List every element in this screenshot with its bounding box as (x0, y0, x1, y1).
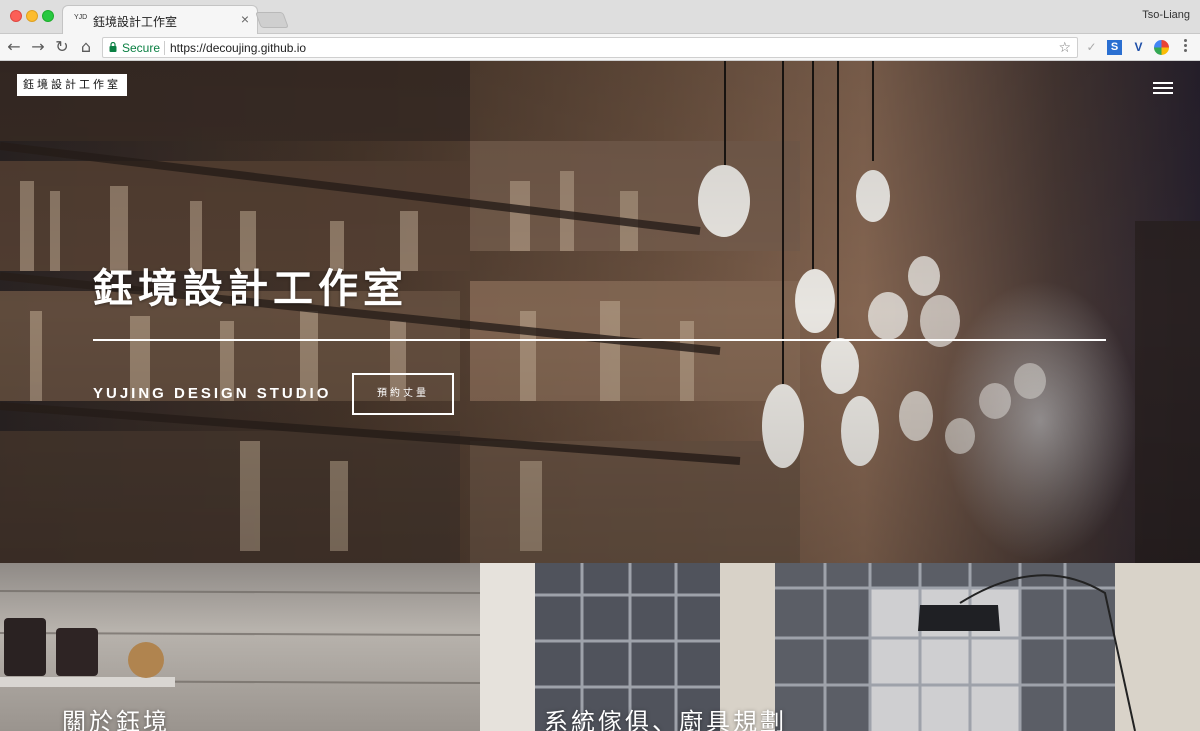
hamburger-menu-icon[interactable] (1153, 82, 1175, 94)
minimize-window-button[interactable] (26, 10, 38, 22)
url-text[interactable]: https://decoujing.github.io (170, 41, 306, 55)
browser-tab-active[interactable]: YJD 鈺境設計工作室 × (62, 5, 258, 34)
hero-divider (93, 339, 1106, 341)
browser-menu-icon[interactable] (1184, 39, 1188, 55)
address-bar[interactable]: Secure https://decoujing.github.io ☆ (102, 37, 1078, 58)
panel-title-about: 關於鈺境 (62, 708, 170, 731)
tab-close-icon[interactable]: × (241, 11, 249, 27)
v-extension-icon[interactable]: V (1131, 40, 1146, 55)
bookmark-star-icon[interactable]: ☆ (1058, 39, 1071, 56)
reload-icon[interactable]: ↻ (52, 37, 72, 57)
new-tab-button[interactable] (255, 12, 289, 28)
site-logo[interactable]: 鈺境設計工作室 (17, 74, 127, 96)
book-measurement-button[interactable]: 預約丈量 (352, 373, 454, 415)
check-icon[interactable]: ✓ (1084, 40, 1099, 55)
color-wheel-icon[interactable] (1154, 40, 1169, 55)
lock-icon (109, 42, 117, 52)
panel-title-furniture: 系統傢俱、廚具規劃 (544, 708, 787, 731)
maximize-window-button[interactable] (42, 10, 54, 22)
hero-title: 鈺境設計工作室 (93, 265, 408, 312)
omnibox-divider (164, 41, 165, 55)
forward-arrow-icon[interactable]: → (28, 37, 48, 57)
close-window-button[interactable] (10, 10, 22, 22)
about-panel[interactable]: 關於鈺境 (0, 563, 480, 731)
home-icon[interactable]: ⌂ (76, 37, 96, 57)
browser-toolbar: ← → ↻ ⌂ Secure https://decoujing.github.… (0, 34, 1200, 61)
browser-tabstrip: YJD 鈺境設計工作室 × Tso-Liang (0, 0, 1200, 34)
back-arrow-icon[interactable]: ← (4, 37, 24, 57)
secure-label: Secure (122, 41, 161, 55)
s-extension-icon[interactable]: S (1107, 40, 1122, 55)
tab-title: 鈺境設計工作室 (93, 15, 178, 29)
furniture-panel[interactable]: 系統傢俱、廚具規劃 (480, 563, 1200, 731)
favicon-icon: YJD (74, 14, 88, 21)
hero-subtitle: YUJING DESIGN STUDIO (93, 385, 332, 402)
hero-section: 鈺境設計工作室 鈺境設計工作室 YUJING DESIGN STUDIO 預約丈… (0, 61, 1200, 563)
profile-name[interactable]: Tso-Liang (1142, 9, 1190, 21)
